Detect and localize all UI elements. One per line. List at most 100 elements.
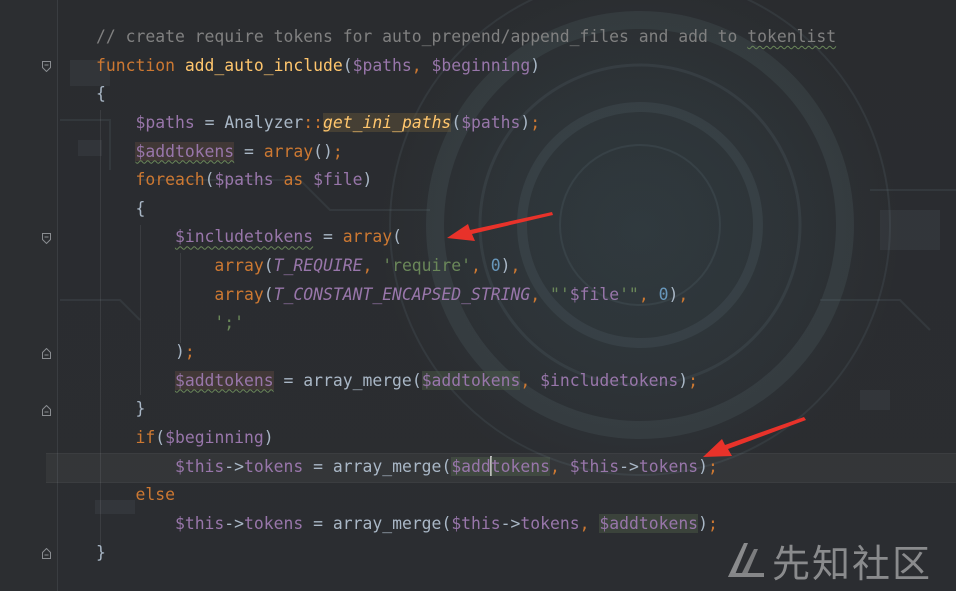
code-token: function <box>96 55 185 75</box>
code-token: tokens <box>244 513 304 533</box>
code-token: T_CONSTANT_ENCAPSED_STRING <box>273 284 531 304</box>
code-token: ( <box>204 170 215 190</box>
code-token: $beginning <box>431 55 531 75</box>
code-line[interactable]: array(T_REQUIRE, 'require', 0), <box>96 252 956 281</box>
code-token: :: <box>303 112 324 132</box>
fold-marker-icon[interactable] <box>42 61 51 72</box>
code-token: ( <box>411 370 422 390</box>
code-token: -> <box>224 513 245 533</box>
code-token: // create require tokens for auto_prepen… <box>96 27 748 46</box>
code-line[interactable]: ); <box>96 338 956 367</box>
code-line[interactable]: function add_auto_include($paths, $begin… <box>96 52 956 81</box>
arrow-shape <box>703 417 806 457</box>
code-line[interactable]: $paths = Analyzer::get_ini_paths($paths)… <box>96 109 956 138</box>
code-token: $paths <box>135 112 195 132</box>
fold-marker-icon[interactable] <box>42 348 51 359</box>
watermark-logo-icon <box>728 543 764 577</box>
code-token: , <box>510 256 521 276</box>
code-editor[interactable]: // create require tokens for auto_prepen… <box>0 0 956 591</box>
code-token: , <box>520 370 541 390</box>
code-token: ( <box>441 456 452 476</box>
code-token: tokens <box>638 456 699 476</box>
code-token: ) <box>500 256 511 276</box>
fold-marker-icon[interactable] <box>42 405 51 416</box>
code-line[interactable]: $this->tokens = array_merge($addtokens, … <box>96 453 956 482</box>
annotation-arrow-icon <box>447 212 553 241</box>
code-token: ) <box>263 427 274 447</box>
code-token: ( <box>263 284 274 304</box>
code-token: ( <box>451 112 462 132</box>
code-token: tokens <box>490 456 551 476</box>
editor-gutter <box>0 0 58 591</box>
code-token: foreach <box>135 170 205 190</box>
code-token: '" <box>619 284 639 304</box>
code-token: ) <box>530 55 541 75</box>
code-line[interactable]: ';' <box>96 309 956 338</box>
code-token: , <box>362 256 383 276</box>
code-line[interactable]: else <box>96 481 956 510</box>
code-token: else <box>135 485 175 505</box>
code-token: array_merge <box>332 456 442 476</box>
code-content[interactable]: // create require tokens for auto_prepen… <box>96 23 956 567</box>
code-token: 0 <box>658 284 669 304</box>
code-token: $add <box>451 456 491 476</box>
code-token: , <box>411 55 432 75</box>
code-token: ) <box>362 170 373 190</box>
code-token: ; <box>184 342 195 362</box>
code-token: = <box>273 370 304 390</box>
code-token: $addtokens <box>421 370 521 390</box>
code-token: ( <box>441 513 452 533</box>
code-token: add_auto_include <box>184 55 343 75</box>
code-token: $this <box>174 513 225 533</box>
code-token: , <box>678 284 689 304</box>
code-line[interactable]: $addtokens = array(); <box>96 138 956 167</box>
code-line[interactable]: $addtokens = array_merge($addtokens, $in… <box>96 367 956 396</box>
code-line[interactable]: // create require tokens for auto_prepen… <box>96 23 956 52</box>
code-token: = <box>303 513 333 533</box>
code-line[interactable]: array(T_CONSTANT_ENCAPSED_STRING, "'$fil… <box>96 281 956 310</box>
code-token: tokens <box>244 456 304 476</box>
code-line[interactable]: { <box>96 80 956 109</box>
code-token: $file <box>569 284 620 304</box>
code-token: ; <box>530 112 541 132</box>
fold-marker-icon[interactable] <box>42 548 51 559</box>
code-token: $file <box>313 170 363 190</box>
code-line[interactable]: if($beginning) <box>96 424 956 453</box>
code-token: 0 <box>490 256 501 276</box>
gutter-divider <box>57 0 58 591</box>
code-token: -> <box>500 513 521 533</box>
code-token: array <box>342 227 393 247</box>
code-token: Analyzer <box>224 112 304 132</box>
code-token: = <box>313 227 343 247</box>
code-token: } <box>96 399 146 419</box>
code-token: ; <box>688 370 699 390</box>
code-token: , <box>638 284 659 304</box>
code-token: ( <box>263 256 274 276</box>
code-token: , <box>579 513 600 533</box>
annotation-arrow-icon <box>703 417 806 457</box>
code-line[interactable]: foreach($paths as $file) <box>96 166 956 195</box>
code-token: if <box>135 427 156 447</box>
code-token: T_REQUIRE <box>273 256 363 276</box>
code-line[interactable]: } <box>96 395 956 424</box>
code-token: ; <box>707 513 718 533</box>
code-token: $paths <box>352 55 412 75</box>
code-token: $paths <box>214 170 274 190</box>
code-token: ';' <box>214 313 245 333</box>
code-token: as <box>273 170 314 190</box>
code-token: () <box>313 141 333 161</box>
fold-marker-icon[interactable] <box>42 233 51 244</box>
code-token: array <box>263 141 314 161</box>
code-token: ) <box>678 370 689 390</box>
code-token: 'require' <box>382 256 472 276</box>
code-token: $this <box>569 456 620 476</box>
code-token: -> <box>619 456 639 476</box>
